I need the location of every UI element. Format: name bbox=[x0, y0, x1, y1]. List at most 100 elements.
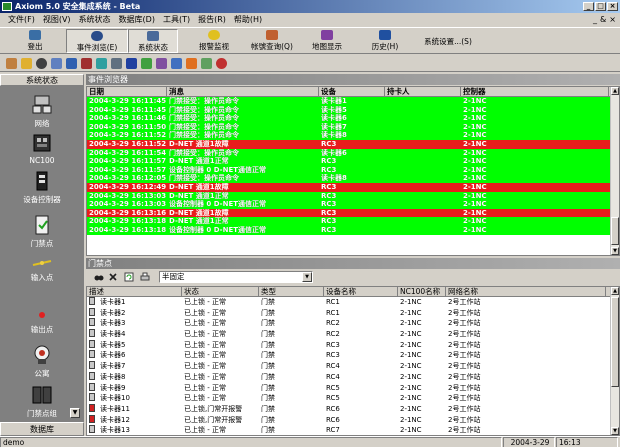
book-icon[interactable] bbox=[141, 58, 152, 69]
menu-file[interactable]: 文件(F) bbox=[4, 13, 39, 26]
sidebar-item-door-point[interactable]: 门禁点 bbox=[0, 214, 84, 249]
event-row[interactable]: 2004-3-29 16:11:45 门禁接受：操作员命令 读卡器5 2-1NC bbox=[87, 105, 619, 115]
menu-database[interactable]: 数据库(D) bbox=[115, 13, 159, 26]
door-icon[interactable] bbox=[81, 58, 92, 69]
door-row[interactable]: 读卡器6 已上锁 - 正常 门禁 RC3 2-1NC 2号工作站 bbox=[87, 350, 619, 361]
alert-icon[interactable] bbox=[186, 58, 197, 69]
event-row[interactable]: 2004-3-29 16:11:54 门禁接受：操作员命令 读卡器6 2-1NC bbox=[87, 148, 619, 158]
event-row[interactable]: 2004-3-29 16:13:16 D-NET 通道1故障 RC3 2-1NC bbox=[87, 208, 619, 218]
sidebar-item-apartment[interactable]: 公寓 bbox=[0, 344, 84, 379]
refresh-icon[interactable] bbox=[124, 272, 134, 282]
event-row[interactable]: 2004-3-29 16:12:49 D-NET 通道1故障 RC3 2-1NC bbox=[87, 182, 619, 192]
door-row[interactable]: 读卡器8 已上锁 - 正常 门禁 RC4 2-1NC 2号工作站 bbox=[87, 371, 619, 383]
map-tool-icon[interactable] bbox=[201, 58, 212, 69]
column-header-description[interactable]: 描述 bbox=[87, 287, 182, 296]
sidebar-item-device-controller[interactable]: 设备控制器 bbox=[0, 170, 84, 205]
menu-help[interactable]: 帮助(H) bbox=[230, 13, 266, 26]
event-row[interactable]: 2004-3-29 16:11:52 门禁接受：操作员命令 读卡器8 2-1NC bbox=[87, 131, 619, 140]
sidebar-database-tab[interactable]: 数据库 bbox=[0, 422, 84, 436]
door-row[interactable]: 读卡器11 已上锁,门常开报警 门禁 RC6 2-1NC 2号工作站 bbox=[87, 403, 619, 415]
logout-button[interactable]: 登出 bbox=[4, 29, 66, 53]
event-browser-button[interactable]: 事件浏览(E) bbox=[66, 29, 128, 53]
door-row[interactable]: 读卡器4 已上锁 - 正常 门禁 RC2 2-1NC 2号工作站 bbox=[87, 329, 619, 340]
door-row[interactable]: 读卡器13 已上锁 - 正常 门禁 RC7 2-1NC 2号工作站 bbox=[87, 425, 619, 435]
door-row[interactable]: 读卡器3 已上锁 - 正常 门禁 RC2 2-1NC 2号工作站 bbox=[87, 318, 619, 329]
scroll-up-button[interactable]: ▲ bbox=[611, 87, 619, 95]
folder-icon[interactable] bbox=[21, 58, 32, 69]
event-row[interactable]: 2004-3-29 16:11:57 设备控制器 0 D-NET通信正常 RC3 2-… bbox=[87, 165, 619, 175]
event-row[interactable]: 2004-3-29 16:13:18 D-NET 通道1正常 RC3 2-1NC bbox=[87, 217, 619, 226]
column-header-nc100-name[interactable]: NC100名称 bbox=[398, 287, 446, 296]
door-row[interactable]: 读卡器10 已上锁 - 正常 门禁 RC5 2-1NC 2号工作站 bbox=[87, 393, 619, 404]
binoculars-icon[interactable] bbox=[94, 272, 104, 282]
event-row[interactable]: 2004-3-29 16:11:57 D-NET 通道1正常 RC3 2-1NC bbox=[87, 157, 619, 166]
scroll-thumb[interactable] bbox=[611, 217, 619, 245]
sidebar-item-input-point[interactable]: 输入点 bbox=[0, 256, 84, 283]
report-icon[interactable] bbox=[111, 58, 122, 69]
column-header-cardholder[interactable]: 持卡人 bbox=[385, 87, 461, 96]
door-row[interactable]: 读卡器9 已上锁 - 正常 门禁 RC5 2-1NC 2号工作站 bbox=[87, 382, 619, 394]
column-header-device[interactable]: 设备 bbox=[319, 87, 385, 96]
chevron-down-icon[interactable]: ▼ bbox=[302, 272, 312, 282]
column-header-date[interactable]: 日期 bbox=[87, 87, 167, 96]
person-icon[interactable] bbox=[126, 58, 137, 69]
system-settings-button[interactable]: 系统设置...(S) bbox=[416, 29, 480, 53]
map-display-button[interactable]: 地图显示 bbox=[302, 29, 352, 53]
door-cell-type: 门禁 bbox=[261, 351, 275, 360]
mdi-minimize-button[interactable]: _ bbox=[593, 13, 597, 26]
user-icon[interactable] bbox=[51, 58, 62, 69]
column-header-status[interactable]: 状态 bbox=[182, 287, 259, 296]
mdi-close-button[interactable]: × bbox=[609, 13, 616, 26]
key-icon[interactable] bbox=[6, 58, 17, 69]
minimize-button[interactable]: _ bbox=[583, 2, 594, 11]
door-row[interactable]: 读卡器1 已上锁 - 正常 门禁 RC1 2-1NC 2号工作站 bbox=[87, 297, 619, 308]
delete-icon[interactable] bbox=[108, 272, 118, 282]
event-scrollbar[interactable]: ▲ ▼ bbox=[610, 87, 619, 255]
menu-reports[interactable]: 报告(R) bbox=[194, 13, 230, 26]
event-row[interactable]: 2004-3-29 16:11:52 D-NET 通道1故障 RC3 2-1NC bbox=[87, 139, 619, 149]
event-row[interactable]: 2004-3-29 16:11:46 门禁接受：操作员命令 读卡器6 2-1NC bbox=[87, 114, 619, 123]
door-row[interactable]: 读卡器12 已上锁,门常开报警 门禁 RC6 2-1NC 2号工作站 bbox=[87, 414, 619, 426]
scroll-down-button[interactable]: ▼ bbox=[611, 247, 619, 255]
door-row[interactable]: 读卡器7 已上锁 - 正常 门禁 RC4 2-1NC 2号工作站 bbox=[87, 361, 619, 372]
event-row[interactable]: 2004-3-29 16:13:03 设备控制器 0 D-NET通信正常 RC3 2-… bbox=[87, 200, 619, 209]
menu-tools[interactable]: 工具(T) bbox=[159, 13, 194, 26]
door-scroll-thumb[interactable] bbox=[611, 297, 619, 387]
history-button[interactable]: 历史(H) bbox=[360, 29, 410, 53]
door-row[interactable]: 读卡器5 已上锁 - 正常 门禁 RC3 2-1NC 2号工作站 bbox=[87, 339, 619, 351]
camera-icon[interactable] bbox=[96, 58, 107, 69]
column-header-type[interactable]: 类型 bbox=[259, 287, 324, 296]
door-row[interactable]: 读卡器2 已上锁 - 正常 门禁 RC1 2-1NC 2号工作站 bbox=[87, 307, 619, 319]
sidebar-item-nc100[interactable]: NC100 bbox=[0, 132, 84, 165]
event-row[interactable]: 2004-3-29 16:13:18 设备控制器 0 D-NET通信正常 RC3 2-… bbox=[87, 225, 619, 235]
print-icon[interactable] bbox=[140, 272, 150, 282]
mdi-restore-button[interactable]: & bbox=[600, 13, 606, 26]
column-header-device-name[interactable]: 设备名称 bbox=[324, 287, 398, 296]
door-scrollbar[interactable]: ▲ ▼ bbox=[610, 287, 619, 435]
door-scroll-up-button[interactable]: ▲ bbox=[611, 287, 619, 295]
card-icon[interactable] bbox=[66, 58, 77, 69]
menu-view[interactable]: 视图(V) bbox=[39, 13, 75, 26]
close-button[interactable]: × bbox=[607, 2, 618, 11]
account-query-button[interactable]: 帐號查询(Q) bbox=[244, 29, 300, 53]
maximize-button[interactable]: □ bbox=[595, 2, 606, 11]
network-tool-icon[interactable] bbox=[171, 58, 182, 69]
column-header-controller[interactable]: 控制器 bbox=[461, 87, 609, 96]
sidebar-item-output-point[interactable]: 输出点 bbox=[0, 308, 84, 335]
record-icon[interactable] bbox=[216, 58, 227, 69]
column-header-network-name[interactable]: 网络名称 bbox=[446, 287, 606, 296]
door-scroll-down-button[interactable]: ▼ bbox=[611, 427, 619, 435]
sidebar-scroll-down-button[interactable]: ▼ bbox=[70, 408, 80, 418]
event-row[interactable]: 2004-3-29 16:11:50 门禁接受：操作员命令 读卡器7 2-1NC bbox=[87, 122, 619, 132]
system-status-button[interactable]: 系统状态 bbox=[128, 29, 178, 53]
column-header-message[interactable]: 消息 bbox=[167, 87, 319, 96]
group-icon[interactable] bbox=[156, 58, 167, 69]
sidebar-item-network[interactable]: 网络 bbox=[0, 94, 84, 129]
menu-system-status[interactable]: 系统状态 bbox=[75, 13, 115, 26]
clock-icon[interactable] bbox=[36, 58, 47, 69]
event-row[interactable]: 2004-3-29 16:12:05 门禁接受：操作员命令 读卡器8 2-1NC bbox=[87, 174, 619, 183]
alarm-monitor-button[interactable]: 报警监视 bbox=[186, 29, 242, 53]
event-row[interactable]: 2004-3-29 16:13:03 D-NET 通道1正常 RC3 2-1NC bbox=[87, 191, 619, 201]
filter-select[interactable]: 半固定 ▼ bbox=[159, 271, 313, 283]
event-row[interactable]: 2004-3-29 16:11:45 门禁接受：操作员命令 读卡器1 2-1NC bbox=[87, 97, 619, 106]
